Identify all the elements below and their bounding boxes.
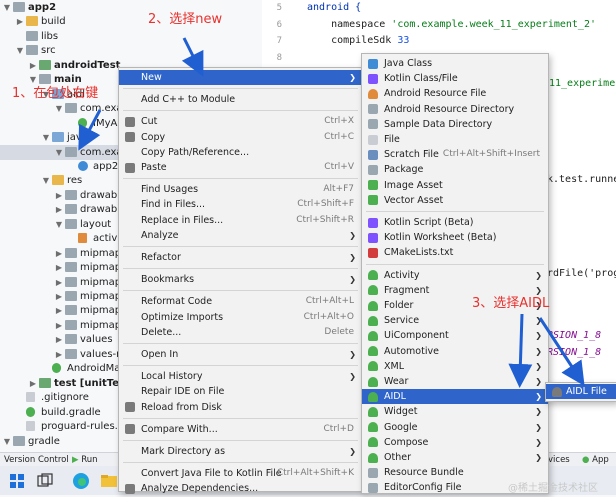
arrow-step3: [508, 313, 533, 388]
arrow-step2: [181, 37, 204, 77]
arrow-step4: [538, 317, 585, 387]
annotation-arrows: [78, 37, 585, 388]
arrow-step1: [78, 109, 102, 151]
